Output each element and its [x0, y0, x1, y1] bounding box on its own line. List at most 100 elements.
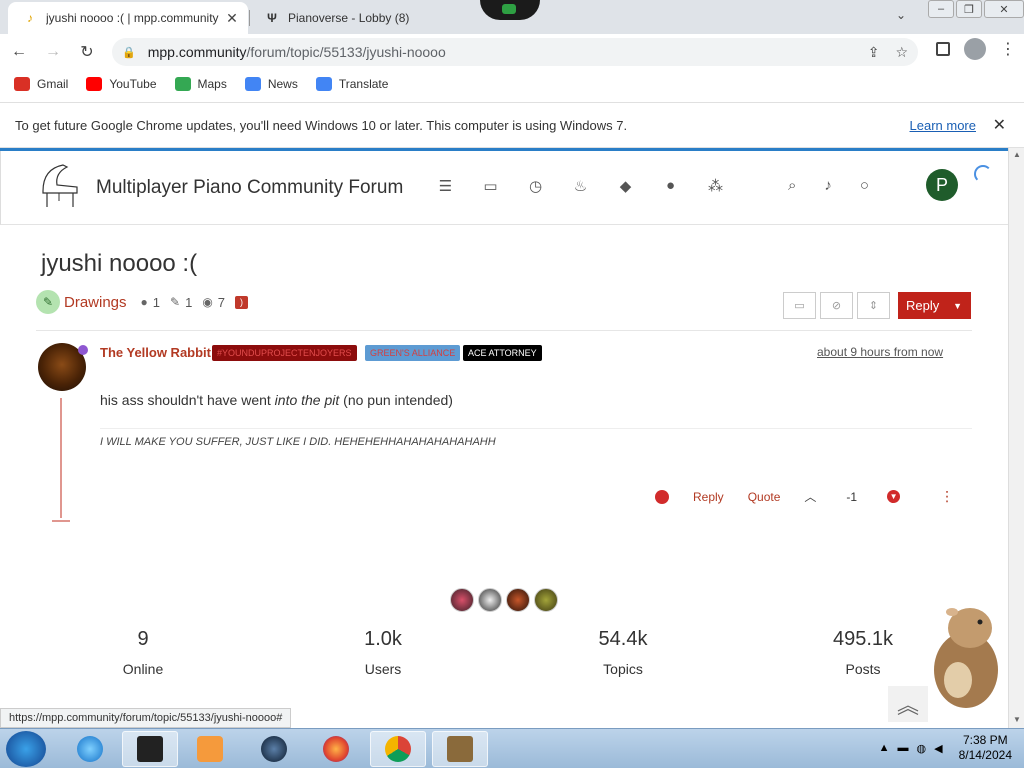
- reaction-smile-icon[interactable]: [655, 489, 669, 504]
- user-icon[interactable]: ●: [662, 177, 679, 195]
- taskbar-box[interactable]: [432, 731, 488, 767]
- maximize-button[interactable]: ❐: [956, 0, 982, 18]
- bookmark-star-icon[interactable]: ☆: [895, 44, 908, 61]
- display-icon[interactable]: ▬: [898, 742, 909, 755]
- reply-button[interactable]: Reply ▼: [898, 292, 971, 319]
- mute-bell-icon[interactable]: ⊘: [820, 292, 853, 319]
- piano-logo-icon[interactable]: [37, 161, 81, 211]
- bookmark-gmail[interactable]: Gmail: [14, 77, 68, 91]
- close-window-button[interactable]: ✕: [984, 0, 1024, 18]
- address-bar[interactable]: 🔒 mpp.community/forum/topic/55133/jyushi…: [112, 38, 918, 66]
- globe-icon: [261, 736, 287, 762]
- downvote-chevron-icon[interactable]: ▼: [887, 490, 901, 503]
- post-author-name[interactable]: The Yellow Rabbit: [100, 345, 211, 360]
- lock-icon[interactable]: 🔒: [122, 46, 136, 59]
- stat-online: 9 Online: [122, 628, 164, 677]
- online-user-avatar[interactable]: [534, 588, 558, 612]
- scroll-up-icon[interactable]: ▲: [1013, 150, 1021, 159]
- group-badge[interactable]: ACE ATTORNEY: [463, 345, 542, 361]
- online-user-avatar[interactable]: [450, 588, 474, 612]
- reload-icon[interactable]: ↻: [72, 37, 102, 67]
- profile-icon[interactable]: [964, 38, 986, 60]
- categories-icon[interactable]: ☰: [437, 177, 454, 195]
- topic-meta: ✎ Drawings ● 1 ✎ 1 ◉ 7 ): [36, 290, 249, 314]
- taskbar-ie[interactable]: [62, 731, 118, 767]
- volume-icon[interactable]: ◀: [934, 742, 942, 755]
- piano-app-icon: [137, 736, 163, 762]
- minimize-button[interactable]: –: [928, 0, 954, 18]
- groups-icon[interactable]: ⁂: [707, 177, 724, 195]
- close-icon[interactable]: ✕: [993, 115, 1006, 135]
- forward-arrow-icon[interactable]: →: [38, 37, 68, 67]
- music-note-icon: ♪: [27, 11, 33, 25]
- bookmark-label: YouTube: [109, 77, 157, 91]
- bookmark-label: Translate: [338, 77, 389, 91]
- url-host: mpp.community: [147, 44, 247, 60]
- back-arrow-icon[interactable]: ←: [4, 37, 34, 67]
- post-timestamp[interactable]: about 9 hours from now: [817, 345, 943, 359]
- network-icon[interactable]: ◍: [917, 742, 927, 755]
- tab-title: jyushi noooo :( | mpp.community: [46, 11, 219, 25]
- post-reply-link[interactable]: Reply: [693, 490, 724, 504]
- share-icon[interactable]: ⇪: [868, 44, 880, 61]
- bookmark-maps[interactable]: Maps: [174, 77, 227, 91]
- scroll-down-icon[interactable]: ▼: [1013, 715, 1021, 724]
- window-controls: – ❐ ✕: [926, 0, 1024, 18]
- popular-fire-icon[interactable]: ♨: [572, 177, 589, 195]
- pencil-icon: ✎: [36, 290, 60, 314]
- forum-brand[interactable]: Multiplayer Piano Community Forum: [96, 177, 403, 199]
- tray-expand-icon[interactable]: ▲: [879, 742, 890, 755]
- taskbar-globe[interactable]: [246, 731, 302, 767]
- taskbar-piano[interactable]: [122, 731, 178, 767]
- page-scrollbar[interactable]: ▲ ▼: [1008, 148, 1024, 728]
- chrome-menu-icon[interactable]: ⋮: [1000, 39, 1016, 59]
- taskbar-chrome[interactable]: [370, 731, 426, 767]
- chrome-icon: [385, 736, 411, 762]
- category-link[interactable]: Drawings: [64, 294, 127, 311]
- post-author-avatar[interactable]: [38, 343, 88, 391]
- signature-divider: [100, 428, 972, 429]
- caret-down-icon[interactable]: ▼: [953, 301, 962, 311]
- divider: [36, 330, 972, 331]
- online-users: [450, 588, 558, 612]
- start-button[interactable]: [6, 731, 46, 767]
- status-indicator: [78, 345, 88, 355]
- windows-taskbar: ▲ ▬ ◍ ◀ 7:38 PM 8/14/2024: [0, 728, 1024, 768]
- group-badge[interactable]: GREEN'S ALLIANCE: [365, 345, 461, 361]
- tab-active[interactable]: ♪ jyushi noooo :( | mpp.community ✕: [8, 2, 248, 34]
- post-actions: Reply Quote ︿ -1 ▼ ⋮: [655, 488, 954, 505]
- vote-count: -1: [846, 489, 858, 504]
- rss-icon[interactable]: ): [235, 295, 249, 309]
- notifications-bell-icon[interactable]: ♪: [824, 177, 832, 194]
- group-badge[interactable]: #YOUNDUPROJECTENJOYERS: [212, 345, 357, 361]
- tab-search-chevron-icon[interactable]: ⌄: [896, 8, 906, 22]
- search-icon[interactable]: ⌕: [788, 177, 796, 194]
- system-clock[interactable]: 7:38 PM 8/14/2024: [959, 733, 1012, 763]
- firefox-icon: [323, 736, 349, 762]
- sort-icon[interactable]: ⇕: [857, 292, 890, 319]
- tab-close-icon[interactable]: ✕: [222, 10, 242, 27]
- learn-more-link[interactable]: Learn more: [910, 118, 976, 133]
- post-quote-link[interactable]: Quote: [748, 490, 781, 504]
- bookmark-translate[interactable]: Translate: [315, 77, 389, 91]
- topic-title: jyushi noooo :(: [41, 250, 198, 277]
- tab-pianoverse[interactable]: Ψ Pianoverse - Lobby (8): [250, 2, 490, 34]
- taskbar-firefox[interactable]: [308, 731, 364, 767]
- inbox-icon[interactable]: ▭: [783, 292, 816, 319]
- online-user-avatar[interactable]: [478, 588, 502, 612]
- taskbar-media[interactable]: [182, 731, 238, 767]
- chat-icon[interactable]: ○: [860, 177, 869, 194]
- online-user-avatar[interactable]: [506, 588, 530, 612]
- scroll-to-top-icon[interactable]: ︽: [888, 686, 928, 722]
- side-panel-icon[interactable]: [936, 42, 950, 56]
- bookmark-news[interactable]: News: [244, 77, 298, 91]
- maps-icon: [174, 77, 191, 91]
- recent-clock-icon[interactable]: ◷: [527, 177, 544, 195]
- user-avatar[interactable]: P: [926, 169, 958, 201]
- bookmark-youtube[interactable]: YouTube: [86, 77, 157, 91]
- upvote-chevron-icon[interactable]: ︿: [804, 488, 816, 505]
- tags-icon[interactable]: ◆: [617, 177, 634, 195]
- inbox-icon[interactable]: ▭: [482, 177, 499, 195]
- post-menu-icon[interactable]: ⋮: [940, 488, 954, 505]
- gmail-icon: [14, 77, 30, 91]
